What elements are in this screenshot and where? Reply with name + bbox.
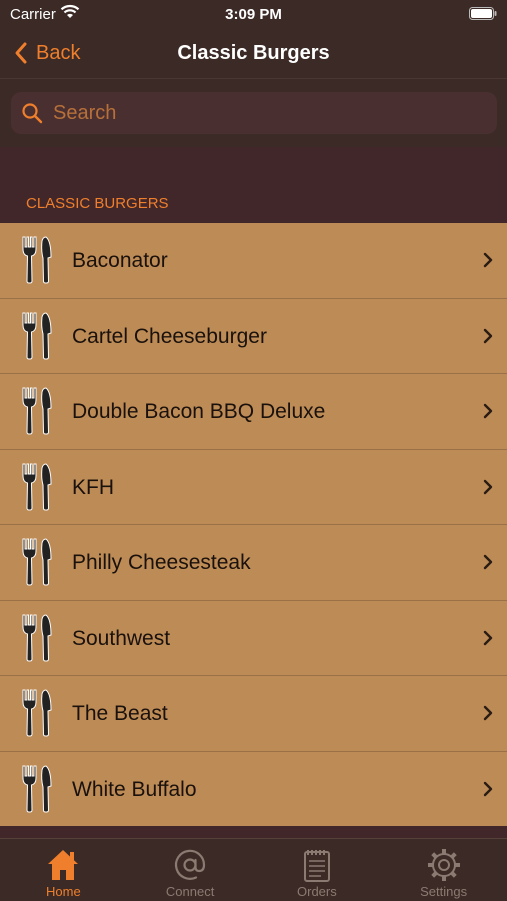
tab-label: Orders bbox=[297, 884, 337, 899]
fork-knife-icon bbox=[20, 311, 54, 366]
chevron-left-icon bbox=[15, 42, 27, 64]
tab-home[interactable]: Home bbox=[0, 839, 127, 901]
item-label: The Beast bbox=[72, 702, 168, 725]
house-icon bbox=[45, 847, 81, 888]
search-icon bbox=[22, 103, 43, 124]
item-label: KFH bbox=[72, 475, 114, 499]
search-input[interactable] bbox=[51, 100, 475, 126]
back-label: Back bbox=[36, 41, 81, 64]
chevron-right-icon bbox=[483, 705, 493, 726]
tab-settings[interactable]: Settings bbox=[380, 839, 507, 901]
list-item[interactable]: Double Bacon BBQ Deluxe bbox=[0, 374, 507, 450]
item-label: Baconator bbox=[72, 249, 168, 272]
list-item[interactable]: Southwest bbox=[0, 601, 507, 676]
back-button[interactable]: Back bbox=[14, 38, 80, 68]
list-item[interactable]: The Beast bbox=[0, 676, 507, 752]
item-label: Southwest bbox=[72, 626, 171, 650]
section-header: CLASSIC BURGERS bbox=[26, 195, 169, 212]
at-sign-icon bbox=[172, 847, 208, 888]
fork-knife-icon bbox=[20, 386, 54, 441]
clock: 3:09 PM bbox=[225, 6, 282, 23]
item-label: White Buffalo bbox=[72, 777, 197, 801]
status-bar: Carrier 3:09 PM bbox=[0, 0, 507, 28]
list-item[interactable]: Baconator bbox=[0, 223, 507, 299]
chevron-right-icon bbox=[483, 781, 493, 802]
fork-knife-icon bbox=[20, 613, 54, 668]
tab-label: Connect bbox=[165, 884, 215, 899]
list-item[interactable]: Cartel Cheeseburger bbox=[0, 299, 507, 374]
chevron-right-icon bbox=[483, 479, 493, 500]
tab-orders[interactable]: Orders bbox=[254, 839, 381, 901]
tab-connect[interactable]: Connect bbox=[127, 839, 254, 901]
fork-knife-icon bbox=[20, 688, 54, 743]
chevron-right-icon bbox=[483, 252, 493, 273]
search-field[interactable] bbox=[11, 92, 497, 134]
battery-icon bbox=[469, 7, 497, 24]
fork-knife-icon bbox=[20, 235, 54, 290]
tab-bar: Home Connect Orders Settings bbox=[0, 838, 507, 901]
list-item[interactable]: White Buffalo bbox=[0, 752, 507, 827]
gear-icon bbox=[426, 847, 462, 888]
list-item[interactable]: Philly Cheesesteak bbox=[0, 525, 507, 601]
navigation-bar: Back Classic Burgers bbox=[0, 28, 507, 79]
chevron-right-icon bbox=[483, 554, 493, 575]
list-item[interactable]: KFH bbox=[0, 450, 507, 525]
chevron-right-icon bbox=[483, 403, 493, 424]
notepad-icon bbox=[299, 847, 335, 888]
fork-knife-icon bbox=[20, 462, 54, 517]
fork-knife-icon bbox=[20, 537, 54, 592]
item-label: Philly Cheesesteak bbox=[72, 551, 251, 574]
tab-label: Settings bbox=[420, 884, 468, 899]
chevron-right-icon bbox=[483, 630, 493, 651]
chevron-right-icon bbox=[483, 328, 493, 349]
search-area bbox=[0, 79, 507, 147]
item-label: Cartel Cheeseburger bbox=[72, 324, 267, 348]
tab-label: Home bbox=[46, 884, 81, 899]
menu-list: Baconator Cartel Cheeseburger Double Bac… bbox=[0, 223, 507, 826]
fork-knife-icon bbox=[20, 764, 54, 819]
item-label: Double Bacon BBQ Deluxe bbox=[72, 400, 326, 423]
